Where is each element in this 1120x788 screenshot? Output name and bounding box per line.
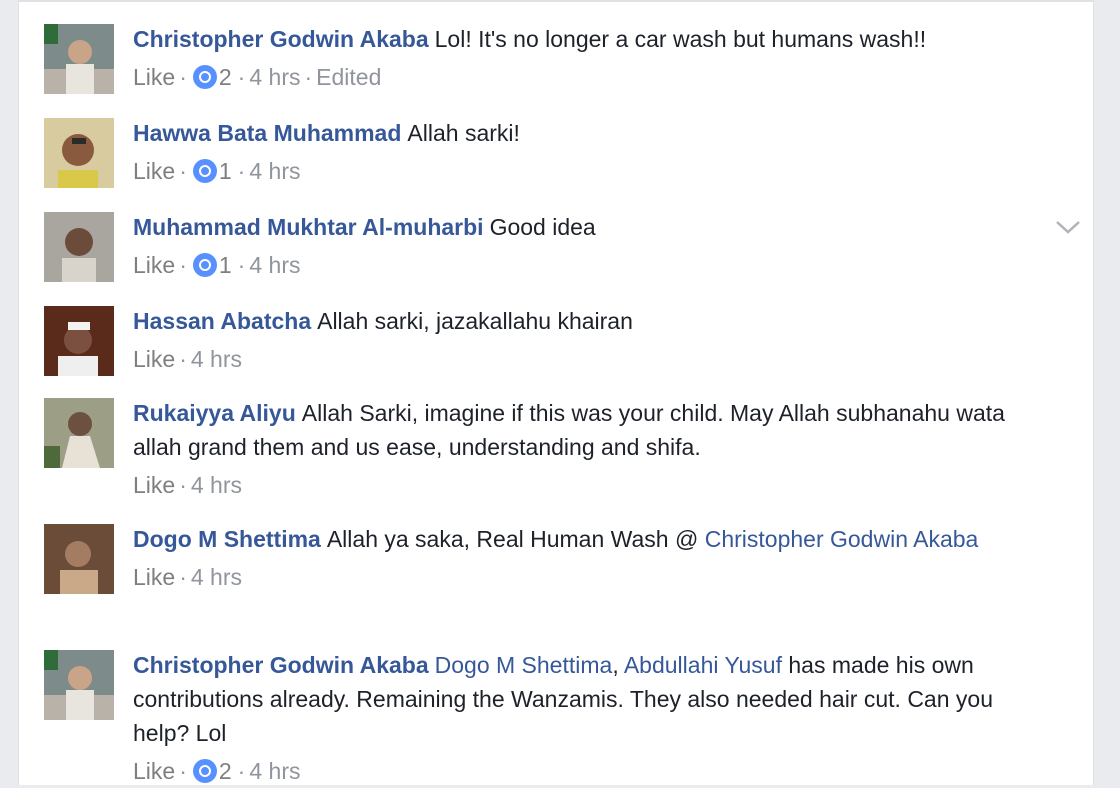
comment-author-link[interactable]: Rukaiyya Aliyu (133, 400, 296, 426)
like-button[interactable]: Like (133, 758, 175, 784)
comment-timestamp[interactable]: 4 hrs (249, 158, 300, 184)
mention-link[interactable]: Dogo M Shettima (435, 652, 613, 678)
avatar[interactable] (44, 24, 114, 94)
comment-author-link[interactable]: Dogo M Shettima (133, 526, 321, 552)
comment-text: Good idea (489, 214, 596, 240)
chevron-down-icon[interactable] (1053, 216, 1083, 238)
reaction-count[interactable]: 2 (219, 64, 232, 90)
like-button[interactable]: Like (133, 252, 175, 278)
like-button[interactable]: Like (133, 564, 175, 590)
comment-timestamp[interactable]: 4 hrs (191, 346, 242, 372)
comment-author-link[interactable]: Hawwa Bata Muhammad (133, 120, 401, 146)
comment-timestamp[interactable]: 4 hrs (191, 564, 242, 590)
like-reaction-icon[interactable] (192, 252, 217, 277)
comment-author-link[interactable]: Christopher Godwin Akaba (133, 652, 429, 678)
comment-text: Allah sarki, jazakallahu khairan (317, 308, 633, 334)
comment-author-link[interactable]: Hassan Abatcha (133, 308, 311, 334)
comments-panel: Christopher Godwin Akaba Lol! It's no lon… (18, 0, 1094, 785)
avatar[interactable] (44, 118, 114, 188)
comment-timestamp[interactable]: 4 hrs (191, 472, 242, 498)
like-button[interactable]: Like (133, 346, 175, 372)
like-reaction-icon[interactable] (192, 158, 217, 183)
like-reaction-icon[interactable] (192, 758, 217, 783)
avatar[interactable] (44, 306, 114, 376)
reaction-count[interactable]: 2 (219, 758, 232, 784)
like-button[interactable]: Like (133, 64, 175, 90)
avatar[interactable] (44, 650, 114, 720)
like-button[interactable]: Like (133, 158, 175, 184)
reaction-count[interactable]: 1 (219, 158, 232, 184)
comment-timestamp[interactable]: 4 hrs (249, 758, 300, 784)
comment-text: Lol! It's no longer a car wash but human… (434, 26, 927, 52)
avatar[interactable] (44, 212, 114, 282)
comment-text: Allah ya saka, Real Human Wash @ (326, 526, 699, 552)
avatar[interactable] (44, 524, 114, 594)
edited-label[interactable]: Edited (316, 64, 381, 90)
comment-timestamp[interactable]: 4 hrs (249, 252, 300, 278)
mention-link[interactable]: Christopher Godwin Akaba (705, 526, 979, 552)
comment-text: Allah sarki! (407, 120, 520, 146)
comment-timestamp[interactable]: 4 hrs (249, 64, 300, 90)
comment-author-link[interactable]: Muhammad Mukhtar Al-muharbi (133, 214, 484, 240)
like-reaction-icon[interactable] (192, 64, 217, 89)
comment-author-link[interactable]: Christopher Godwin Akaba (133, 26, 429, 52)
reaction-count[interactable]: 1 (219, 252, 232, 278)
avatar[interactable] (44, 398, 114, 468)
like-button[interactable]: Like (133, 472, 175, 498)
mention-link[interactable]: Abdullahi Yusuf (624, 652, 782, 678)
